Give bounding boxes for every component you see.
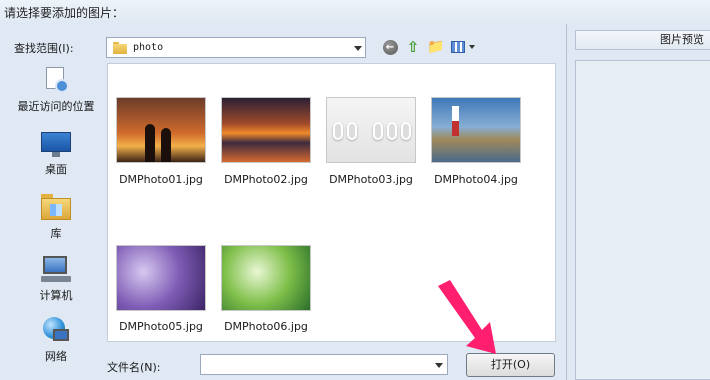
up-folder-icon: ⇧: [406, 38, 420, 56]
file-thumbnail[interactable]: [221, 245, 311, 311]
file-name[interactable]: DMPhoto05.jpg: [111, 320, 211, 333]
file-thumbnail[interactable]: [221, 97, 311, 163]
look-in-label: 查找范围(I):: [14, 42, 74, 55]
dialog-title: 请选择要添加的图片：: [4, 6, 125, 20]
folder-icon: [113, 41, 127, 54]
library-icon: [41, 194, 71, 222]
place-label: 库: [50, 227, 62, 240]
title-bar: 请选择要添加的图片：: [0, 0, 710, 24]
file-name[interactable]: DMPhoto04.jpg: [426, 173, 526, 186]
preview-title: 图片预览: [575, 30, 710, 50]
place-network[interactable]: 网络: [8, 317, 104, 364]
places-bar: 最近访问的位置 桌面 库 计算机 网络: [8, 62, 104, 372]
file-thumbnail[interactable]: [326, 97, 416, 163]
new-folder-button[interactable]: 📁: [427, 38, 445, 56]
look-in-combo[interactable]: photo: [106, 37, 366, 58]
file-name[interactable]: DMPhoto02.jpg: [216, 173, 316, 186]
place-recent[interactable]: 最近访问的位置: [8, 67, 104, 114]
place-label: 最近访问的位置: [17, 100, 95, 113]
computer-icon: [41, 256, 71, 284]
place-computer[interactable]: 计算机: [8, 256, 104, 303]
look-in-value: photo: [133, 42, 164, 53]
file-thumbnail[interactable]: [116, 245, 206, 311]
new-folder-icon: 📁: [427, 39, 445, 55]
file-thumbnail[interactable]: [116, 97, 206, 163]
back-arrow-icon: ←: [382, 39, 398, 55]
chevron-down-icon: [469, 45, 475, 49]
place-label: 网络: [45, 350, 67, 363]
place-label: 桌面: [45, 163, 67, 176]
file-name-field[interactable]: [200, 354, 448, 375]
chevron-down-icon[interactable]: [354, 46, 362, 51]
views-icon: [451, 41, 465, 53]
place-library[interactable]: 库: [8, 194, 104, 241]
desktop-icon: [41, 132, 71, 158]
file-name[interactable]: DMPhoto01.jpg: [111, 173, 211, 186]
file-name[interactable]: DMPhoto06.jpg: [216, 320, 316, 333]
file-thumbnail[interactable]: [431, 97, 521, 163]
preview-area: [575, 60, 710, 380]
file-name[interactable]: DMPhoto03.jpg: [321, 173, 421, 186]
file-name-label: 文件名(N):: [107, 361, 161, 374]
chevron-down-icon[interactable]: [435, 363, 443, 368]
preview-pane: 图片预览: [566, 24, 710, 380]
place-label: 计算机: [39, 289, 73, 302]
network-icon: [41, 317, 71, 345]
annotation-arrow-icon: [438, 280, 496, 354]
views-menu-button[interactable]: [451, 38, 477, 56]
recent-places-icon: [43, 67, 69, 95]
place-desktop[interactable]: 桌面: [8, 132, 104, 177]
back-button[interactable]: ←: [381, 38, 399, 56]
up-folder-button[interactable]: ⇧: [404, 38, 422, 56]
